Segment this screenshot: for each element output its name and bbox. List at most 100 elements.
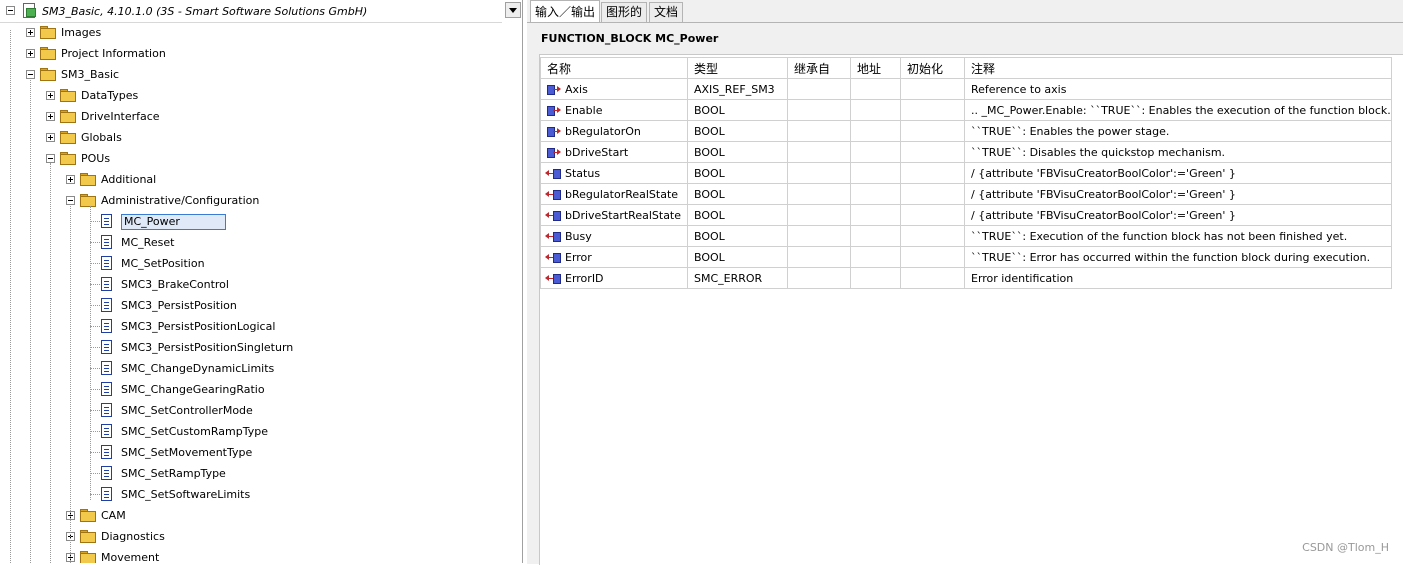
cell-address[interactable] <box>850 225 901 247</box>
cell-comment[interactable]: .. _MC_Power.Enable: ``TRUE``: Enables t… <box>964 99 1392 121</box>
table-row[interactable]: ErrorID SMC_ERROR Error identification <box>540 267 1392 289</box>
cell-name[interactable]: bDriveStartRealState <box>540 204 688 226</box>
cell-comment[interactable]: / {attribute 'FBVisuCreatorBoolColor':='… <box>964 204 1392 226</box>
cell-comment[interactable]: Reference to axis <box>964 78 1392 100</box>
cell-name[interactable]: Enable <box>540 99 688 121</box>
tree-item-smc-setcontrollermode[interactable]: SMC_SetControllerMode <box>0 401 502 421</box>
cell-init[interactable] <box>900 99 965 121</box>
cell-type[interactable]: BOOL <box>687 183 788 205</box>
cell-init[interactable] <box>900 78 965 100</box>
table-row[interactable]: Status BOOL / {attribute 'FBVisuCreatorBoo… <box>540 162 1392 184</box>
cell-type[interactable]: BOOL <box>687 225 788 247</box>
collapse-toggle[interactable] <box>66 196 75 205</box>
table-row[interactable]: bDriveStartRealState BOOL / {attribute 'FB… <box>540 204 1392 226</box>
expand-toggle[interactable] <box>46 133 55 142</box>
cell-comment[interactable]: ``TRUE``: Execution of the function bloc… <box>964 225 1392 247</box>
cell-inherited[interactable] <box>787 246 851 268</box>
tree-item-sm3-basic[interactable]: SM3_Basic <box>0 65 502 85</box>
cell-address[interactable] <box>850 204 901 226</box>
cell-address[interactable] <box>850 99 901 121</box>
cell-address[interactable] <box>850 78 901 100</box>
expand-toggle[interactable] <box>66 175 75 184</box>
tree-item-globals[interactable]: Globals <box>0 128 502 148</box>
cell-address[interactable] <box>850 183 901 205</box>
cell-address[interactable] <box>850 120 901 142</box>
cell-name[interactable]: Status <box>540 162 688 184</box>
cell-type[interactable]: BOOL <box>687 120 788 142</box>
cell-name[interactable]: Busy <box>540 225 688 247</box>
cell-type[interactable]: SMC_ERROR <box>687 267 788 289</box>
cell-name[interactable]: Axis <box>540 78 688 100</box>
cell-name[interactable]: bRegulatorOn <box>540 120 688 142</box>
tree-item-pous[interactable]: POUs <box>0 149 502 169</box>
table-row[interactable]: bRegulatorRealState BOOL / {attribute 'FBV… <box>540 183 1392 205</box>
cell-inherited[interactable] <box>787 267 851 289</box>
tree-item-smc-setramptype[interactable]: SMC_SetRampType <box>0 464 502 484</box>
cell-type[interactable]: BOOL <box>687 99 788 121</box>
cell-name[interactable]: bRegulatorRealState <box>540 183 688 205</box>
tree-item-smc-setcustomramptype[interactable]: SMC_SetCustomRampType <box>0 422 502 442</box>
tree-item-mc-power[interactable]: MC_Power <box>0 212 502 232</box>
table-row[interactable]: Error BOOL ``TRUE``: Error has occurred wi… <box>540 246 1392 268</box>
column-header-type[interactable]: 类型 <box>687 57 788 79</box>
tree-item-smc3-persistpositionlogical[interactable]: SMC3_PersistPositionLogical <box>0 317 502 337</box>
tab-documentation[interactable]: 文档 <box>649 2 684 22</box>
cell-address[interactable] <box>850 141 901 163</box>
cell-comment[interactable]: ``TRUE``: Error has occurred within the … <box>964 246 1392 268</box>
expand-toggle[interactable] <box>46 112 55 121</box>
tree-item-driveinterface[interactable]: DriveInterface <box>0 107 502 127</box>
tree-item-smc-setsoftwarelimits[interactable]: SMC_SetSoftwareLimits <box>0 485 502 505</box>
cell-init[interactable] <box>900 204 965 226</box>
collapse-root-toggle[interactable] <box>6 6 15 15</box>
dropdown-arrow-button[interactable] <box>505 2 521 18</box>
tree-item-cam[interactable]: CAM <box>0 506 502 526</box>
root-library-title[interactable]: SM3_Basic, 4.10.1.0 (3S - Smart Software… <box>42 5 367 18</box>
tree-item-smc-changegearingratio[interactable]: SMC_ChangeGearingRatio <box>0 380 502 400</box>
table-row[interactable]: bDriveStart BOOL ``TRUE``: Disables the qu… <box>540 141 1392 163</box>
expand-toggle[interactable] <box>46 91 55 100</box>
cell-comment[interactable]: ``TRUE``: Disables the quickstop mechani… <box>964 141 1392 163</box>
tab-graphical[interactable]: 图形的 <box>601 2 648 22</box>
cell-init[interactable] <box>900 267 965 289</box>
collapse-toggle[interactable] <box>46 154 55 163</box>
expand-toggle[interactable] <box>26 49 35 58</box>
cell-type[interactable]: BOOL <box>687 204 788 226</box>
cell-type[interactable]: AXIS_REF_SM3 <box>687 78 788 100</box>
cell-name[interactable]: ErrorID <box>540 267 688 289</box>
cell-comment[interactable]: / {attribute 'FBVisuCreatorBoolColor':='… <box>964 183 1392 205</box>
tree-item-mc-reset[interactable]: MC_Reset <box>0 233 502 253</box>
table-row[interactable]: Busy BOOL ``TRUE``: Execution of the funct… <box>540 225 1392 247</box>
table-row[interactable]: Axis AXIS_REF_SM3 Reference to axis <box>540 78 1392 100</box>
collapse-toggle[interactable] <box>26 70 35 79</box>
cell-name[interactable]: bDriveStart <box>540 141 688 163</box>
tree-item-images[interactable]: Images <box>0 23 502 43</box>
cell-init[interactable] <box>900 246 965 268</box>
cell-inherited[interactable] <box>787 204 851 226</box>
tree-item-datatypes[interactable]: DataTypes <box>0 86 502 106</box>
cell-inherited[interactable] <box>787 183 851 205</box>
table-row[interactable]: Enable BOOL .. _MC_Power.Enable: ``TRUE``:… <box>540 99 1392 121</box>
cell-type[interactable]: BOOL <box>687 141 788 163</box>
cell-comment[interactable]: Error identification <box>964 267 1392 289</box>
cell-type[interactable]: BOOL <box>687 246 788 268</box>
tab-io[interactable]: 输入／输出 <box>530 0 601 23</box>
column-header-address[interactable]: 地址 <box>850 57 901 79</box>
cell-name[interactable]: Error <box>540 246 688 268</box>
cell-type[interactable]: BOOL <box>687 162 788 184</box>
cell-address[interactable] <box>850 246 901 268</box>
cell-comment[interactable]: / {attribute 'FBVisuCreatorBoolColor':='… <box>964 162 1392 184</box>
cell-inherited[interactable] <box>787 141 851 163</box>
cell-inherited[interactable] <box>787 120 851 142</box>
cell-init[interactable] <box>900 141 965 163</box>
cell-init[interactable] <box>900 120 965 142</box>
cell-inherited[interactable] <box>787 162 851 184</box>
column-header-inherited[interactable]: 继承自 <box>787 57 851 79</box>
column-header-name[interactable]: 名称 <box>540 57 688 79</box>
tree-item-smc-changedynamiclimits[interactable]: SMC_ChangeDynamicLimits <box>0 359 502 379</box>
tree-item-smc3-brakecontrol[interactable]: SMC3_BrakeControl <box>0 275 502 295</box>
expand-toggle[interactable] <box>26 28 35 37</box>
tree-item-additional[interactable]: Additional <box>0 170 502 190</box>
column-header-init[interactable]: 初始化 <box>900 57 965 79</box>
tree-item-diagnostics[interactable]: Diagnostics <box>0 527 502 547</box>
tree-item-smc3-persistposition[interactable]: SMC3_PersistPosition <box>0 296 502 316</box>
